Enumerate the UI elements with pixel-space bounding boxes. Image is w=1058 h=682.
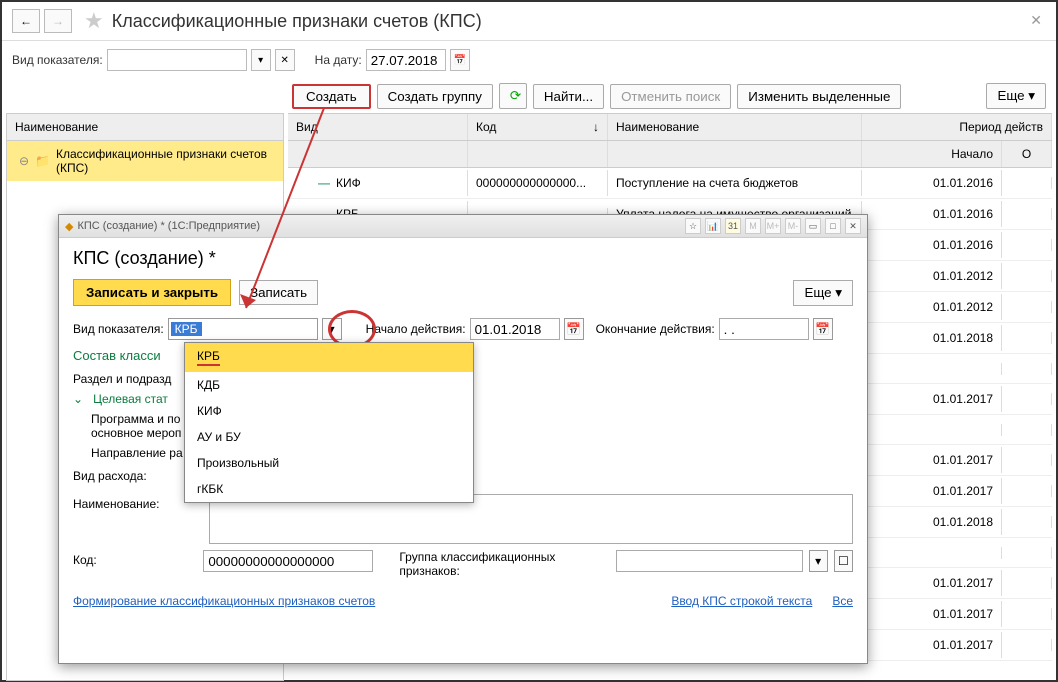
tb-min-icon[interactable]: ▭ <box>805 218 821 234</box>
tb-calc-icon[interactable]: 📊 <box>705 218 721 234</box>
page-title: Классификационные признаки счетов (КПС) <box>112 11 482 32</box>
tb-max-icon[interactable]: □ <box>825 218 841 234</box>
create-button[interactable]: Создать <box>292 84 371 109</box>
save-close-button[interactable]: Записать и закрыть <box>73 279 231 306</box>
expand-icon[interactable]: ⌄ <box>73 392 83 406</box>
dropdown-item[interactable]: АУ и БУ <box>185 424 473 450</box>
vid-dropdown-list: КРБКДБКИФАУ и БУПроизвольныйгКБК <box>184 342 474 503</box>
link-formation[interactable]: Формирование классификационных признаков… <box>73 594 375 608</box>
lbl-code: Код: <box>73 550 197 567</box>
start-cal-icon[interactable]: 📅 <box>564 318 584 340</box>
tb-close-icon[interactable]: ✕ <box>845 218 861 234</box>
tree-collapse-icon[interactable]: ⊖ <box>19 154 29 168</box>
create-group-button[interactable]: Создать группу <box>377 84 493 109</box>
start-date-label: Начало действия: <box>366 322 466 336</box>
col-name[interactable]: Наименование <box>608 114 862 140</box>
tb-mminus-icon[interactable]: M- <box>785 218 801 234</box>
folder-icon: 📁 <box>35 154 50 168</box>
tb-icon-1[interactable]: ☆ <box>685 218 701 234</box>
group-open[interactable]: ☐ <box>834 550 853 572</box>
link-all[interactable]: Все <box>832 594 853 608</box>
cancel-search-button[interactable]: Отменить поиск <box>610 84 731 109</box>
col-start[interactable]: Начало <box>862 141 1002 167</box>
dropdown-item[interactable]: КДБ <box>185 372 473 398</box>
end-date-input[interactable] <box>719 318 809 340</box>
calendar-icon[interactable]: 📅 <box>450 49 470 71</box>
refresh-button[interactable]: ⟳ <box>499 83 527 109</box>
dropdown-item[interactable]: КРБ <box>185 343 473 372</box>
vid-filter-input[interactable] <box>107 49 247 71</box>
nav-back-button[interactable]: ← <box>12 9 40 33</box>
create-dialog: ◆ КПС (создание) * (1С:Предприятие) ☆ 📊 … <box>58 214 868 664</box>
date-label: На дату: <box>315 53 362 67</box>
close-icon[interactable]: ✕ <box>1030 12 1042 29</box>
tree-item-label: Классификационные признаки счетов (КПС) <box>56 147 277 175</box>
start-date-input[interactable] <box>470 318 560 340</box>
col-period[interactable]: Период действ <box>862 114 1052 140</box>
find-button[interactable]: Найти... <box>533 84 604 109</box>
favorite-star-icon[interactable]: ★ <box>84 8 104 34</box>
group-input[interactable] <box>616 550 803 572</box>
dropdown-item[interactable]: Произвольный <box>185 450 473 476</box>
save-button[interactable]: Записать <box>239 280 318 305</box>
lbl-direction: Направление ра <box>91 446 183 460</box>
col-code[interactable]: Код ↓ <box>468 114 608 140</box>
vid-dropdown-toggle[interactable]: ▾ <box>322 318 342 340</box>
more-button[interactable]: Еще ▾ <box>986 83 1046 109</box>
col-end[interactable]: О <box>1002 141 1052 167</box>
link-input-kps[interactable]: Ввод КПС строкой текста <box>671 594 812 608</box>
dialog-more-button[interactable]: Еще ▾ <box>793 280 853 306</box>
vid-label: Вид показателя: <box>12 53 103 67</box>
window-title: КПС (создание) * (1С:Предприятие) <box>77 220 260 232</box>
date-filter-input[interactable] <box>366 49 446 71</box>
dropdown-item[interactable]: гКБК <box>185 476 473 502</box>
vid-clear-button[interactable]: ✕ <box>275 49 295 71</box>
table-row[interactable]: —КИФ 000000000000000... Поступление на с… <box>288 168 1052 199</box>
dropdown-item[interactable]: КИФ <box>185 398 473 424</box>
dialog-title: КПС (создание) * <box>73 248 853 269</box>
vid-selected-value: КРБ <box>171 322 202 336</box>
end-date-label: Окончание действия: <box>596 322 715 336</box>
tree-header: Наименование <box>7 114 283 141</box>
tree-item-root[interactable]: ⊖ 📁 Классификационные признаки счетов (К… <box>7 141 283 181</box>
tb-m-icon[interactable]: M <box>745 218 761 234</box>
lbl-group: Группа классификационных признаков: <box>399 550 609 578</box>
vid-select-input[interactable]: КРБ <box>168 318 318 340</box>
app-icon: ◆ <box>65 220 73 233</box>
end-cal-icon[interactable]: 📅 <box>813 318 833 340</box>
nav-forward-button[interactable]: → <box>44 9 72 33</box>
dlg-vid-label: Вид показателя: <box>73 322 164 336</box>
lbl-program: Программа и поосновное мероп <box>91 412 181 440</box>
tb-cal-icon[interactable]: 31 <box>725 218 741 234</box>
group-dd[interactable]: ▾ <box>809 550 828 572</box>
tb-mplus-icon[interactable]: M+ <box>765 218 781 234</box>
vid-dropdown-button[interactable]: ▾ <box>251 49 271 71</box>
lbl-target: Целевая стат <box>93 392 168 406</box>
code-input[interactable] <box>203 550 373 572</box>
col-vid[interactable]: Вид <box>288 114 468 140</box>
change-selected-button[interactable]: Изменить выделенные <box>737 84 901 109</box>
